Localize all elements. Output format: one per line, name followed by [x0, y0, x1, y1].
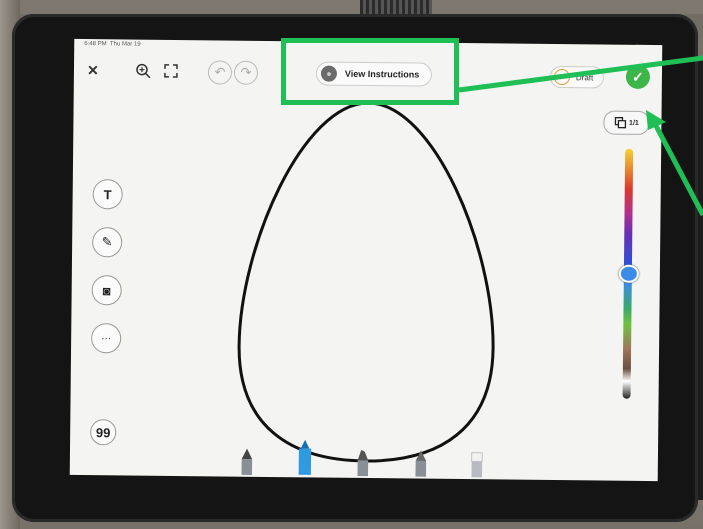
annotation-arrow-1: [458, 55, 703, 93]
annotation-arrow-2: [651, 120, 703, 217]
annotation-arrows: [458, 55, 703, 217]
